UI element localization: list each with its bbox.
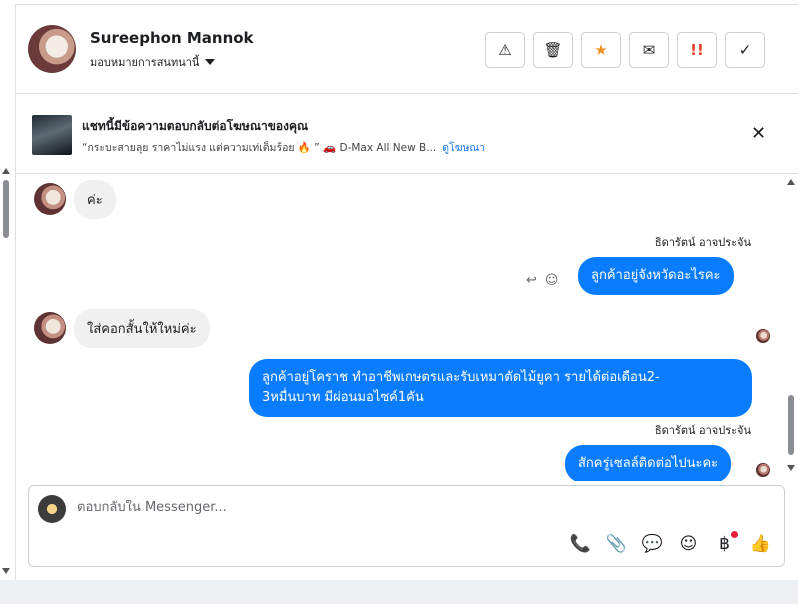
header-actions: ⚠ 🗑 ★ ✉ !! ✓ bbox=[485, 32, 765, 68]
sender-name: ธิดารัตน์ อาจประจัน bbox=[654, 424, 751, 437]
page-scrollbar[interactable] bbox=[0, 168, 12, 580]
envelope-icon: ✉ bbox=[642, 41, 656, 59]
double-exclamation-icon: !! bbox=[690, 41, 704, 59]
caret-down-icon bbox=[205, 59, 216, 65]
message-tools: ↩ ☺ bbox=[526, 273, 558, 288]
star-icon: ★ bbox=[594, 41, 608, 59]
view-ad-link[interactable]: ดูโฆษณา bbox=[442, 142, 485, 154]
reply-input[interactable] bbox=[77, 500, 757, 515]
outgoing-message[interactable]: ลูกค้าอยู่จังหวัดอะไรคะ bbox=[578, 257, 734, 295]
scroll-up-icon[interactable] bbox=[2, 168, 10, 174]
call-add-icon[interactable]: 📞 bbox=[569, 534, 592, 554]
notification-dot bbox=[731, 531, 738, 538]
close-icon[interactable]: ✕ bbox=[751, 123, 766, 144]
emoji-react-icon[interactable]: ☺ bbox=[545, 273, 559, 288]
composer-toolbar: 📞 📎 💬 ☺ ฿ 👍 bbox=[569, 531, 772, 554]
ad-thumbnail bbox=[32, 115, 72, 155]
check-icon: ✓ bbox=[738, 41, 752, 59]
saved-reply-icon[interactable]: 💬 bbox=[641, 534, 664, 554]
message-composer: 📞 📎 💬 ☺ ฿ 👍 bbox=[28, 485, 785, 567]
message-thread: ค่ะ ธิดารัตน์ อาจประจัน ↩ ☺ ลูกค้าอยู่จั… bbox=[16, 175, 798, 481]
contact-name[interactable]: Sureephon Mannok bbox=[90, 29, 254, 47]
contact-avatar-small bbox=[34, 183, 66, 215]
star-button[interactable]: ★ bbox=[581, 32, 621, 68]
trash-icon: 🗑 bbox=[543, 41, 563, 59]
scroll-up-icon[interactable] bbox=[787, 179, 795, 185]
conversation-panel: Sureephon Mannok มอบหมายการสนทนานี้ ⚠ 🗑 … bbox=[15, 4, 798, 580]
incoming-message[interactable]: ค่ะ bbox=[74, 180, 116, 219]
ad-caption: “กระบะสายลุย ราคาไม่แรง แต่ความเท่เต็มร้… bbox=[82, 142, 437, 154]
ad-reply-banner: แชทนี้มีข้อความตอบกลับต่อโฆษณาของคุณ “กร… bbox=[16, 95, 798, 174]
seen-indicator bbox=[756, 463, 770, 477]
outgoing-message[interactable]: ลูกค้าอยู่โคราช ทำอาชีพเกษตรและรับเหมาตั… bbox=[249, 359, 752, 417]
warning-icon: ⚠ bbox=[498, 41, 512, 59]
ad-banner-subtitle: “กระบะสายลุย ราคาไม่แรง แต่ความเท่เต็มร้… bbox=[82, 139, 485, 156]
sender-name: ธิดารัตน์ อาจประจัน bbox=[654, 236, 751, 249]
page-avatar bbox=[38, 495, 66, 523]
payment-icon[interactable]: ฿ bbox=[713, 531, 738, 554]
scrollbar-thumb[interactable] bbox=[788, 395, 794, 455]
thread-scrollbar[interactable] bbox=[784, 177, 798, 477]
contact-avatar-small bbox=[34, 312, 66, 344]
thumbs-up-icon[interactable]: 👍 bbox=[749, 534, 772, 554]
message-line: 3หมื่นบาท มีผ่อนมอไซค์1คัน bbox=[262, 390, 424, 405]
conversation-header: Sureephon Mannok มอบหมายการสนทนานี้ ⚠ 🗑 … bbox=[16, 5, 798, 94]
emoji-icon[interactable]: ☺ bbox=[677, 534, 700, 554]
reply-icon[interactable]: ↩ bbox=[526, 273, 537, 288]
message-line: ลูกค้าอยู่โคราช ทำอาชีพเกษตรและรับเหมาตั… bbox=[262, 370, 660, 385]
report-button[interactable]: ⚠ bbox=[485, 32, 525, 68]
assign-label: มอบหมายการสนทนานี้ bbox=[90, 56, 200, 69]
seen-indicator bbox=[756, 329, 770, 343]
mark-unread-button[interactable]: ✉ bbox=[629, 32, 669, 68]
attachment-icon[interactable]: 📎 bbox=[605, 534, 628, 554]
ad-banner-title: แชทนี้มีข้อความตอบกลับต่อโฆษณาของคุณ bbox=[82, 119, 309, 133]
scroll-down-icon[interactable] bbox=[2, 568, 10, 574]
scroll-down-icon[interactable] bbox=[787, 465, 795, 471]
scrollbar-thumb[interactable] bbox=[3, 180, 9, 238]
delete-button[interactable]: 🗑 bbox=[533, 32, 573, 68]
assign-conversation-dropdown[interactable]: มอบหมายการสนทนานี้ bbox=[90, 53, 216, 71]
outgoing-message[interactable]: สักครู่เซลล์ติดต่อไปนะคะ bbox=[565, 445, 732, 481]
window-bottom-edge bbox=[0, 580, 798, 604]
incoming-message[interactable]: ใส่คอกสั้นให้ใหม่ค่ะ bbox=[74, 309, 210, 348]
mark-urgent-button[interactable]: !! bbox=[677, 32, 717, 68]
mark-done-button[interactable]: ✓ bbox=[725, 32, 765, 68]
contact-avatar[interactable] bbox=[28, 25, 76, 73]
